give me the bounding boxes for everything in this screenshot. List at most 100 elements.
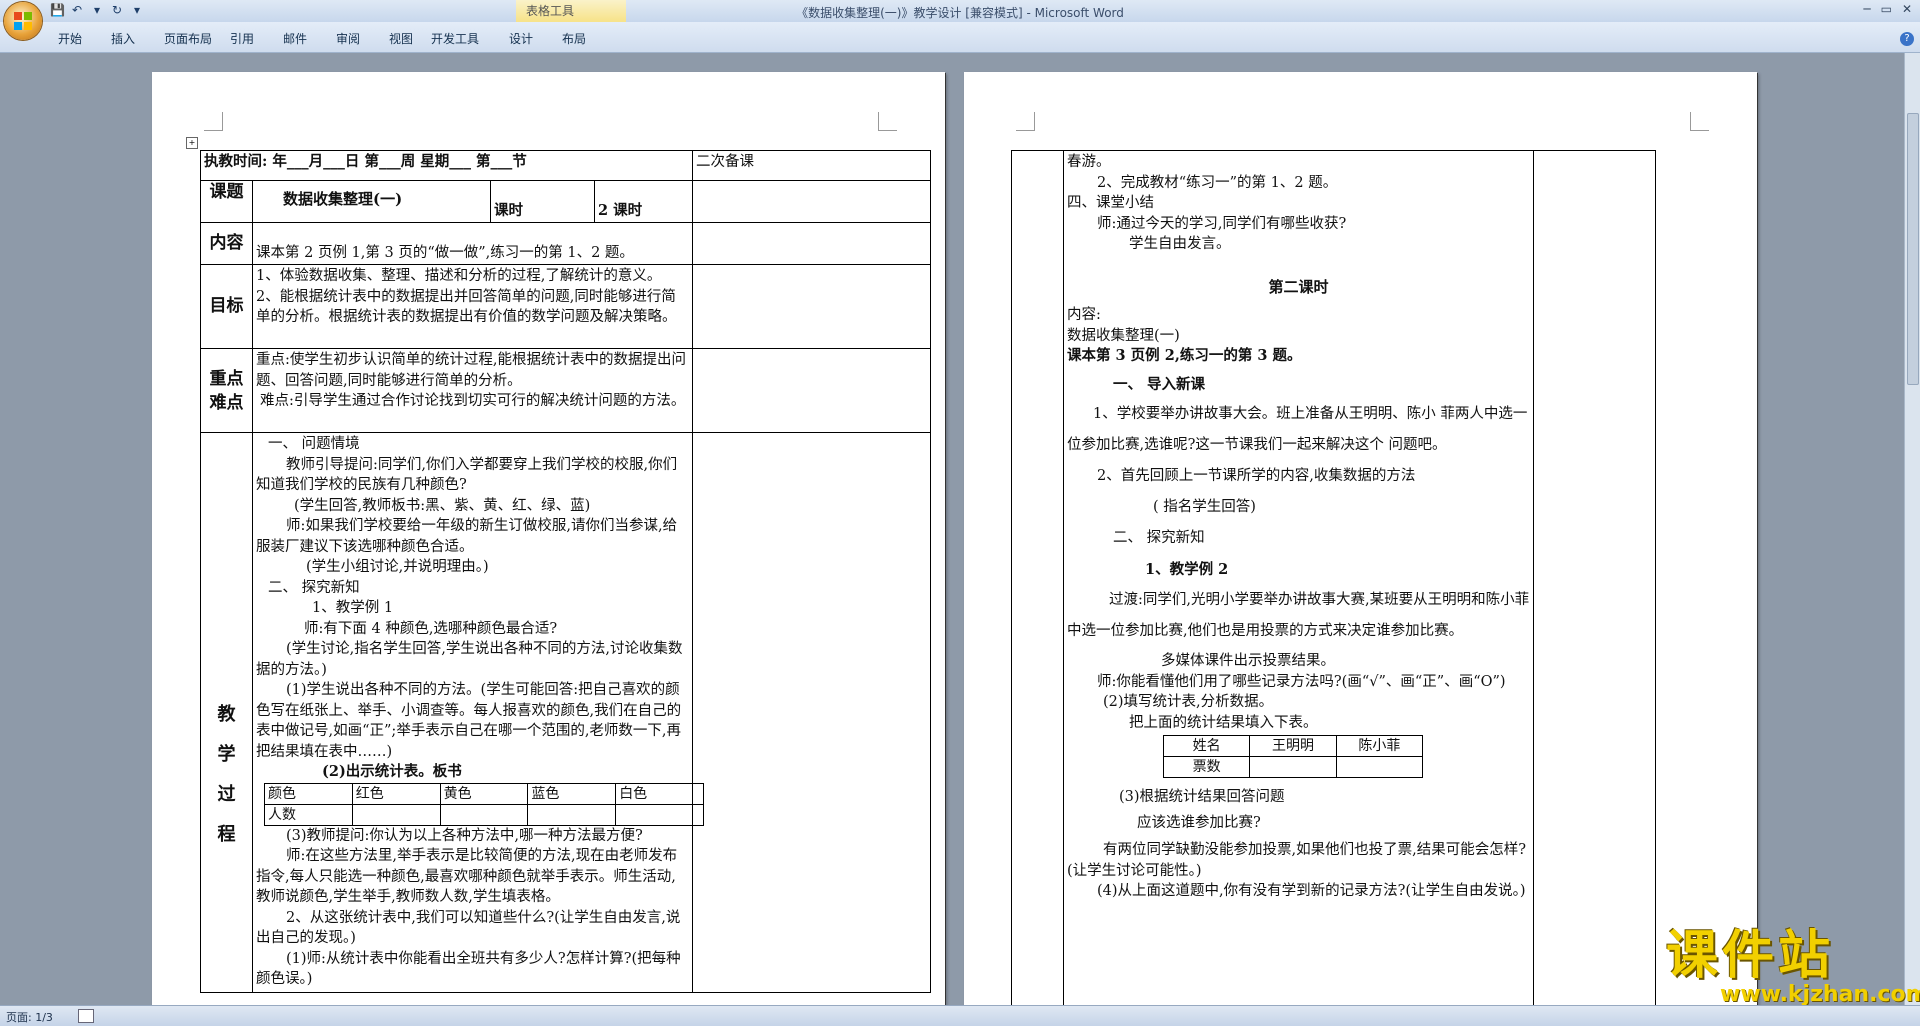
window-controls: ─ ▭ ✕ (1863, 2, 1912, 16)
count-cell[interactable] (527, 803, 617, 826)
process-label-char: 程 (217, 824, 236, 845)
proofing-icon[interactable] (78, 1009, 94, 1023)
process-line: (1)师:从统计表中你能看出全班共有多少人?怎样计算?(把每种颜色误。) (256, 950, 681, 988)
period-label: 课时 (490, 180, 595, 223)
content-scope: 课本第 3 页例 2,练习一的第 3 题。 (1067, 347, 1302, 364)
crop-mark (878, 112, 897, 131)
vote-row-label: 票数 (1162, 756, 1251, 778)
text-line: 师:你能看懂他们用了哪些记录方法吗?(画“√”、画“正”、画“O”) (1097, 673, 1506, 690)
process-line: (学生回答,教师板书:黑、紫、黄、红、绿、蓝) (294, 497, 591, 514)
process-line: (1)学生说出各种不同的方法。(学生可能回答:把自己喜欢的颜色写在纸张上、举手、… (256, 682, 682, 760)
text-line: 四、课堂小结 (1067, 195, 1154, 211)
ribbon-tabs: 开始 插入 页面布局 引用 邮件 审阅 视图 开发工具 设计 布局 (58, 30, 615, 47)
vote-stat-table[interactable]: 姓名 王明明 陈小菲 票数 (1162, 735, 1424, 778)
document-page-1[interactable]: 执教时间: 年___月___日 第___周 星期___ 第___节 二次备课 课… (152, 72, 945, 1012)
empty-cell (692, 180, 932, 223)
tab-insert[interactable]: 插入 (111, 30, 164, 47)
undo-icon[interactable]: ↶ (70, 3, 84, 17)
process-cell: 一、 问题情境 教师引导提问:同学们,你们入学都要穿上我们学校的校服,你们知道我… (251, 432, 704, 993)
tab-layout[interactable]: 布局 (562, 30, 615, 47)
redo-icon[interactable]: ↻ (110, 3, 124, 17)
vote-cell[interactable] (1249, 756, 1337, 778)
key-difficult-label: 重点 难点 (200, 348, 253, 433)
content-label: 内容 (200, 222, 253, 265)
tab-home[interactable]: 开始 (58, 30, 111, 47)
vote-header: 陈小菲 (1335, 735, 1424, 757)
intro-paragraph: ( 指名学生回答) (1153, 499, 1256, 515)
status-bar: 页面: 1/3 (0, 1005, 1920, 1026)
text-line: 师:通过今天的学习,同学们有哪些收获? (1097, 215, 1347, 232)
lesson-plan-table[interactable]: 执教时间: 年___月___日 第___周 星期___ 第___节 二次备课 课… (199, 150, 932, 993)
document-page-2[interactable]: 春游。 2、完成教材“练习一”的第 1、2 题。 四、课堂小结 师:通过今天的学… (964, 72, 1757, 1012)
watermark-url: www.kjzhan.com (1720, 982, 1920, 1007)
empty-cell (692, 264, 932, 349)
color-header: 黄色 (439, 782, 529, 805)
process-line: (学生讨论,指名学生回答,学生说出各种不同的方法,讨论收集数据的方法。) (256, 641, 683, 678)
restore-icon[interactable]: ▭ (1881, 2, 1892, 16)
customize-qat-icon[interactable]: ▾ (130, 3, 144, 17)
process-line: (2)出示统计表。板书 (322, 763, 462, 780)
process-line: (学生小组讨论,并说明理由。) (306, 559, 489, 575)
goal-item: 1、体验数据收集、整理、描述和分析的过程,了解统计的意义。 (256, 268, 662, 284)
tab-developer[interactable]: 开发工具 (431, 30, 509, 47)
tab-review[interactable]: 审阅 (336, 30, 389, 47)
undo-dropdown-icon[interactable]: ▾ (90, 3, 104, 17)
count-cell[interactable] (351, 803, 441, 826)
process-line: 一、 问题情境 (268, 436, 360, 452)
vertical-scrollbar[interactable] (1904, 53, 1920, 1005)
color-stat-table[interactable]: 颜色 红色 黄色 蓝色 白色 人数 (264, 782, 704, 826)
watermark: 课件站 www.kjzhan.com (1666, 928, 1920, 1006)
tab-design[interactable]: 设计 (509, 30, 562, 47)
count-cell[interactable] (615, 803, 704, 826)
process-line: (3)教师提问:你认为以上各种方法中,哪一种方法最方便? (286, 827, 643, 844)
goal-label: 目标 (200, 264, 253, 349)
period-value: 2 课时 (593, 180, 694, 223)
content-value: 课本第 2 页例 1,第 3 页的“做一做”,练习一的第 1、2 题。 (251, 222, 694, 265)
scrollbar-thumb[interactable] (1907, 113, 1919, 385)
process-label: 教 学 过 程 (200, 432, 253, 993)
topic-value: 数据收集整理(一) (252, 180, 491, 223)
process-label-char: 学 (217, 744, 236, 765)
content-label: 内容: (1067, 307, 1101, 323)
lesson-plan-table-continued[interactable]: 春游。 2、完成教材“练习一”的第 1、2 题。 四、课堂小结 师:通过今天的学… (1011, 150, 1656, 1012)
tab-mailings[interactable]: 邮件 (283, 30, 336, 47)
minimize-icon[interactable]: ─ (1863, 2, 1870, 16)
intro-heading: 一、 导入新课 (1113, 375, 1206, 393)
page-counter[interactable]: 页面: 1/3 (6, 1009, 53, 1025)
difficult-label: 难点 (209, 392, 244, 413)
text-line: 把上面的统计结果填入下表。 (1129, 714, 1318, 731)
key-point: 重点:使学生初步认识简单的统计过程,能根据统计表中的数据提出问题、回答问题,同时… (256, 352, 686, 389)
vote-cell[interactable] (1335, 756, 1424, 778)
intro-paragraph: 1、学校要举办讲故事大会。班上准备从王明明、陈小 菲两人中选一位参加比赛,选谁呢… (1067, 406, 1528, 453)
save-icon[interactable]: 💾 (50, 3, 65, 17)
count-cell[interactable] (439, 803, 529, 826)
close-icon[interactable]: ✕ (1902, 2, 1912, 16)
office-button[interactable] (4, 2, 42, 40)
process-line: 二、 探究新知 (268, 579, 360, 596)
color-header: 白色 (615, 782, 704, 805)
goal-item: 2、能根据统计表中的数据提出并回答简单的问题,同时能够进行简单的分析。根据统计表… (256, 288, 677, 326)
text-line: 学生自由发言。 (1129, 236, 1231, 252)
exec-time-cell: 执教时间: 年___月___日 第___周 星期___ 第___节 (199, 150, 694, 181)
help-icon[interactable]: ? (1900, 32, 1914, 46)
tab-references[interactable]: 引用 (230, 30, 283, 47)
empty-cell (1011, 150, 1064, 1012)
color-header: 红色 (351, 782, 441, 805)
process-line: 1、教学例 1 (312, 600, 394, 616)
empty-cell (692, 348, 932, 433)
tab-page-layout[interactable]: 页面布局 (164, 30, 230, 47)
key-difficult-cell: 重点:使学生初步认识简单的统计过程,能根据统计表中的数据提出问题、回答问题,同时… (251, 348, 694, 433)
vote-header: 姓名 (1162, 735, 1251, 757)
difficult-point: 难点:引导学生通过合作讨论找到切实可行的解决统计问题的方法。 (260, 393, 686, 409)
content-title: 数据收集整理(一) (1067, 327, 1180, 344)
text-line: 春游。 (1067, 154, 1111, 170)
window-title: 《数据收集整理(一)》教学设计 [兼容模式] - Microsoft Word (796, 6, 1124, 20)
watermark-text: 课件站 (1666, 926, 1835, 986)
key-label: 重点 (209, 368, 244, 389)
text-line: 2、完成教材“练习一”的第 1、2 题。 (1097, 174, 1338, 191)
text-line: (3)根据统计结果回答问题 (1119, 789, 1285, 805)
count-row-label: 人数 (264, 803, 353, 826)
table-move-handle-icon[interactable]: + (186, 137, 198, 149)
tab-view[interactable]: 视图 (389, 30, 431, 47)
example-heading: 1、教学例 2 (1145, 561, 1229, 578)
